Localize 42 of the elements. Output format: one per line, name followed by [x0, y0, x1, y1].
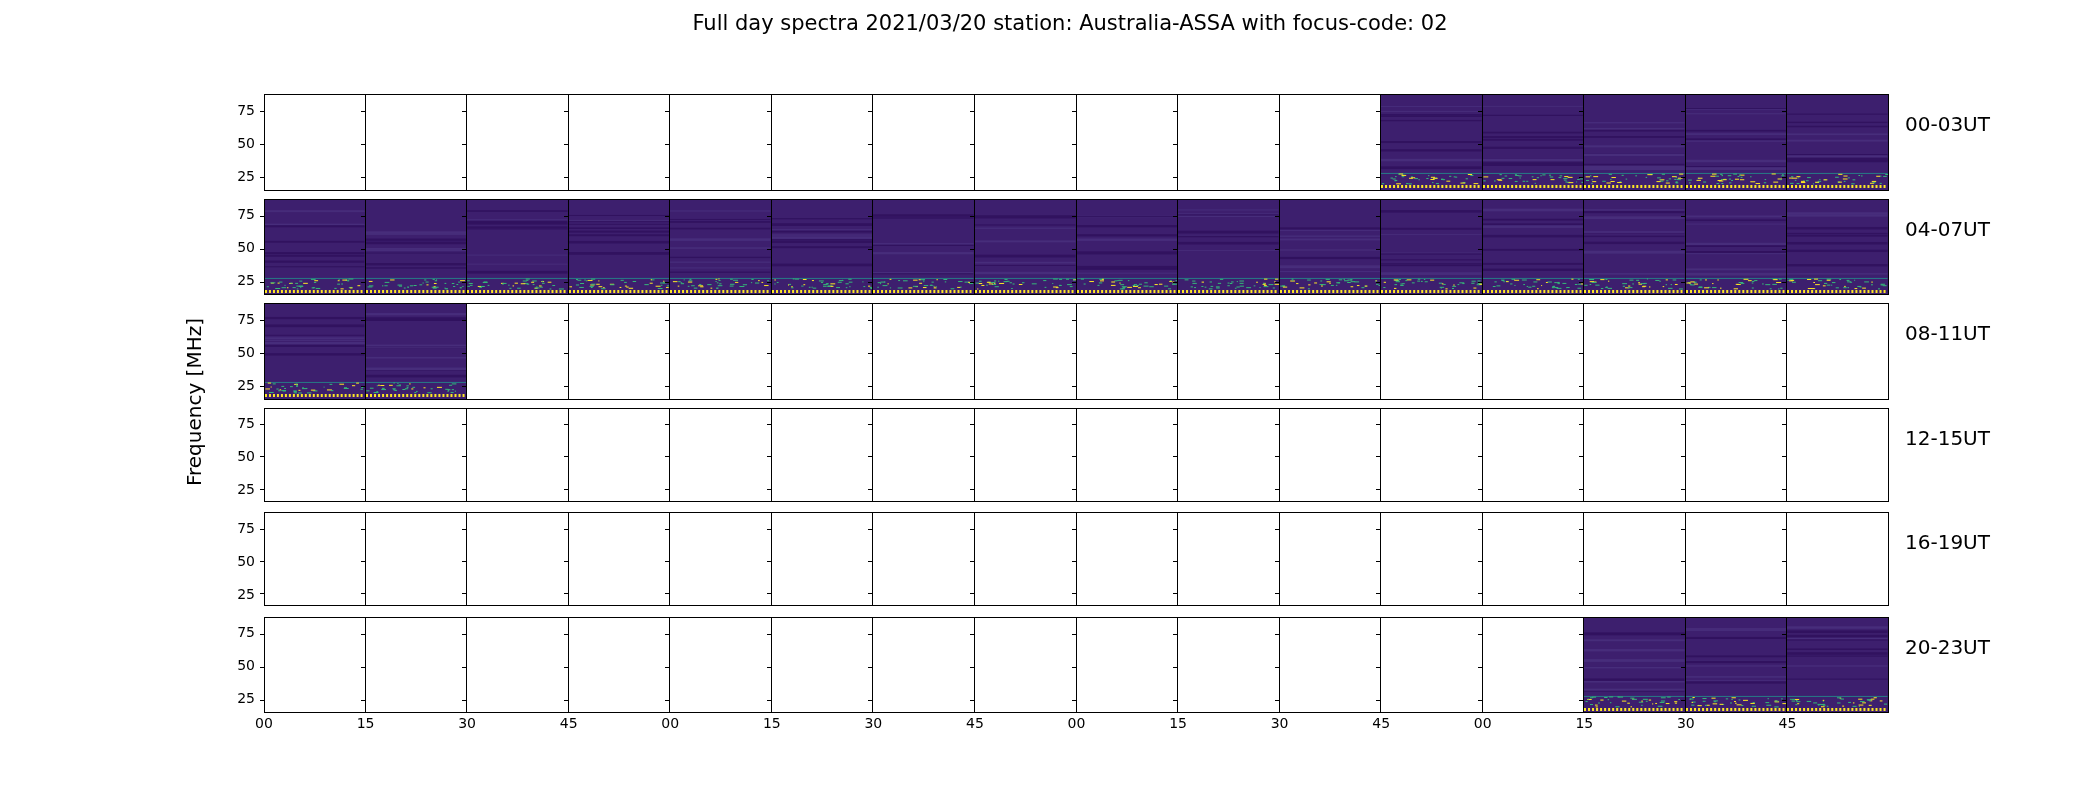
- tick-label: 50: [237, 553, 255, 568]
- tick-label: 45: [1372, 715, 1391, 733]
- tick-label: 75: [237, 311, 255, 326]
- tick-label: 15: [762, 715, 781, 733]
- row-label: 20-23UT: [1904, 633, 1991, 661]
- tick-label: 30: [458, 715, 477, 733]
- figure-title: Full day spectra 2021/03/20 station: Australia-ASSA with focus-code: 02: [691, 10, 1448, 35]
- tick-label: 15: [1575, 715, 1594, 733]
- tick-label: 50: [237, 449, 255, 464]
- row-label: 16-19UT: [1904, 529, 1991, 556]
- row-label: 00-03UT: [1904, 111, 1991, 138]
- tick-label: 50: [237, 135, 255, 150]
- tick-label: 30: [864, 715, 883, 733]
- tick-label: 25: [237, 482, 255, 497]
- tick-label: 30: [1676, 715, 1695, 733]
- tick-label: 30: [1270, 715, 1289, 733]
- tick-label: 50: [237, 240, 255, 255]
- tick-label: 00: [1473, 715, 1492, 733]
- tick-label: 45: [966, 715, 984, 733]
- tick-label: 75: [237, 207, 255, 222]
- tick-label: 25: [237, 691, 255, 706]
- tick-label: 25: [237, 586, 255, 601]
- tick-label: 00: [661, 715, 680, 733]
- axis-label: Frequency [MHz]: [182, 318, 206, 487]
- tick-label: 25: [237, 273, 255, 288]
- tick-label: 50: [237, 344, 255, 359]
- tick-label: 00: [1067, 715, 1086, 733]
- tick-label: 25: [237, 168, 255, 183]
- tick-label: 45: [1778, 715, 1797, 733]
- tick-label: 50: [237, 658, 255, 673]
- tick-label: 75: [237, 102, 255, 117]
- tick-label: 75: [237, 416, 255, 431]
- tick-label: 75: [237, 520, 255, 535]
- tick-label: 45: [559, 715, 578, 733]
- row-label: 12-15UT: [1904, 424, 1991, 452]
- tick-label: 15: [1169, 715, 1187, 733]
- tick-label: 15: [356, 715, 375, 733]
- row-label: 04-07UT: [1904, 215, 1991, 243]
- row-label: 08-11UT: [1904, 320, 1991, 347]
- tick-label: 25: [237, 377, 255, 392]
- tick-label: 75: [237, 625, 255, 640]
- tick-label: 00: [255, 715, 273, 733]
